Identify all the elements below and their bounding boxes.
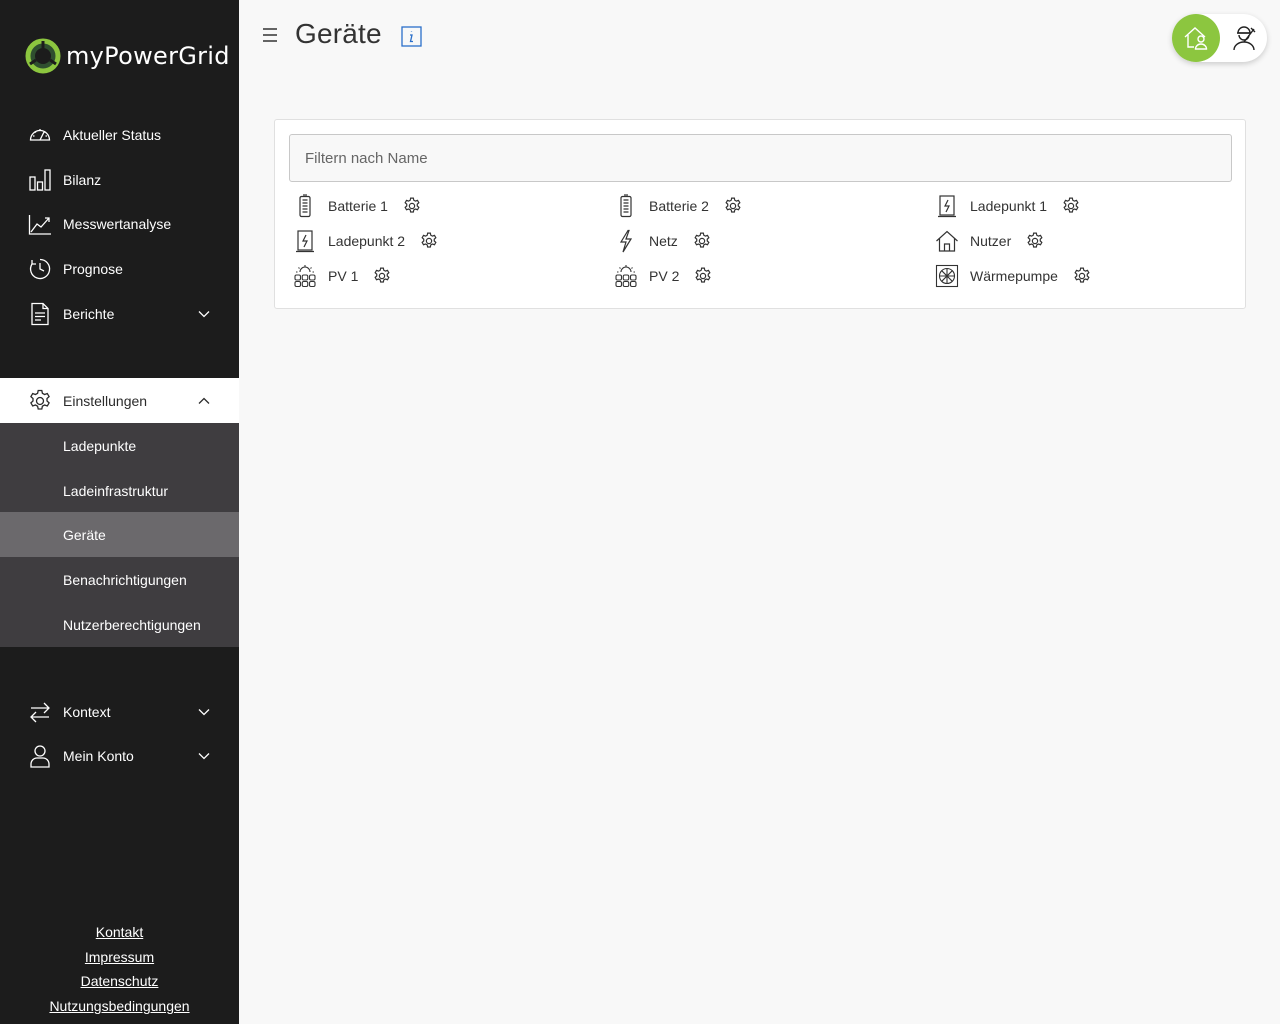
chevron-down-icon xyxy=(198,709,210,716)
sidebar-item-aktueller-status[interactable]: Aktueller Status xyxy=(0,112,239,157)
gear-icon[interactable] xyxy=(1073,267,1091,285)
house-user-icon xyxy=(1184,27,1208,50)
brand-name: myPowerGrid xyxy=(66,42,230,70)
chevron-down-icon xyxy=(198,311,210,318)
battery-icon xyxy=(620,194,632,218)
sidebar-item-mein-konto[interactable]: Mein Konto xyxy=(0,733,239,778)
gear-icon[interactable] xyxy=(403,197,421,215)
logo-icon xyxy=(25,38,61,74)
house-icon xyxy=(936,230,958,252)
filter-input[interactable] xyxy=(289,134,1232,182)
document-icon xyxy=(31,302,49,326)
sidebar-item-einstellungen[interactable]: Einstellungen xyxy=(0,378,239,423)
submenu-item-nutzerberechtigungen[interactable]: Nutzerberechtigungen xyxy=(0,602,239,647)
sidebar-item-berichte[interactable]: Berichte xyxy=(0,291,239,336)
link-nutzungsbedingungen[interactable]: Nutzungsbedingungen xyxy=(0,994,239,1019)
sidebar-item-messwertanalyse[interactable]: Messwertanalyse xyxy=(0,201,239,246)
device-item[interactable]: Ladepunkt 1 xyxy=(935,193,1080,219)
gear-icon xyxy=(30,389,50,410)
device-item[interactable]: Nutzer xyxy=(935,228,1044,254)
gear-icon[interactable] xyxy=(1026,232,1044,250)
footer-links: Kontakt Impressum Datenschutz Nutzungsbe… xyxy=(0,920,239,1019)
gear-icon[interactable] xyxy=(724,197,742,215)
sidebar-item-prognose[interactable]: Prognose xyxy=(0,246,239,291)
gear-icon[interactable] xyxy=(1062,197,1080,215)
settings-submenu: Ladepunkte Ladeinfrastruktur Geräte Bena… xyxy=(0,423,239,647)
bar-chart-icon xyxy=(29,169,51,191)
technician-icon xyxy=(1233,26,1256,51)
role-technician-button[interactable] xyxy=(1220,14,1268,62)
line-chart-icon xyxy=(28,215,51,235)
link-impressum[interactable]: Impressum xyxy=(0,945,239,970)
role-switch xyxy=(1172,14,1267,62)
gear-icon[interactable] xyxy=(693,232,711,250)
heat-pump-icon xyxy=(935,264,959,288)
lightning-icon xyxy=(619,229,633,253)
gear-icon[interactable] xyxy=(373,267,391,285)
sidebar-item-kontext[interactable]: Kontext xyxy=(0,689,239,734)
device-item[interactable]: PV 2 xyxy=(614,263,712,289)
user-icon xyxy=(30,745,50,768)
brand-logo[interactable]: myPowerGrid xyxy=(24,36,230,76)
gear-icon[interactable] xyxy=(694,267,712,285)
swap-arrows-icon xyxy=(30,702,50,723)
sidebar-item-bilanz[interactable]: Bilanz xyxy=(0,157,239,202)
sidebar: myPowerGrid Aktueller Status Bilanz Mess… xyxy=(0,0,239,1024)
device-item[interactable]: Netz xyxy=(614,228,711,254)
device-item[interactable]: Batterie 2 xyxy=(614,193,742,219)
solar-panel-icon xyxy=(615,265,637,288)
submenu-item-benachrichtigungen[interactable]: Benachrichtigungen xyxy=(0,557,239,602)
submenu-item-geraete[interactable]: Geräte xyxy=(0,512,239,557)
device-item[interactable]: Batterie 1 xyxy=(293,193,421,219)
chevron-up-icon xyxy=(198,397,210,404)
charging-station-icon xyxy=(938,195,956,218)
battery-icon xyxy=(299,194,311,218)
speedometer-icon xyxy=(29,129,51,141)
page-title: Geräte xyxy=(295,18,382,49)
hamburger-menu-icon[interactable] xyxy=(260,24,280,46)
link-datenschutz[interactable]: Datenschutz xyxy=(0,969,239,994)
device-item[interactable]: Ladepunkt 2 xyxy=(293,228,438,254)
clock-forecast-icon xyxy=(29,258,51,280)
submenu-item-ladeinfrastruktur[interactable]: Ladeinfrastruktur xyxy=(0,468,239,513)
submenu-item-ladepunkte[interactable]: Ladepunkte xyxy=(0,423,239,468)
charging-station-icon xyxy=(296,230,314,253)
device-list-card: Batterie 1 Batterie 2 Ladepunkt 1 Ladepu… xyxy=(274,119,1246,309)
info-icon[interactable] xyxy=(401,26,422,47)
solar-panel-icon xyxy=(294,265,316,288)
device-item[interactable]: Wärmepumpe xyxy=(935,263,1091,289)
chevron-down-icon xyxy=(198,753,210,760)
link-kontakt[interactable]: Kontakt xyxy=(0,920,239,945)
device-item[interactable]: PV 1 xyxy=(293,263,391,289)
role-home-button[interactable] xyxy=(1172,14,1220,62)
gear-icon[interactable] xyxy=(420,232,438,250)
